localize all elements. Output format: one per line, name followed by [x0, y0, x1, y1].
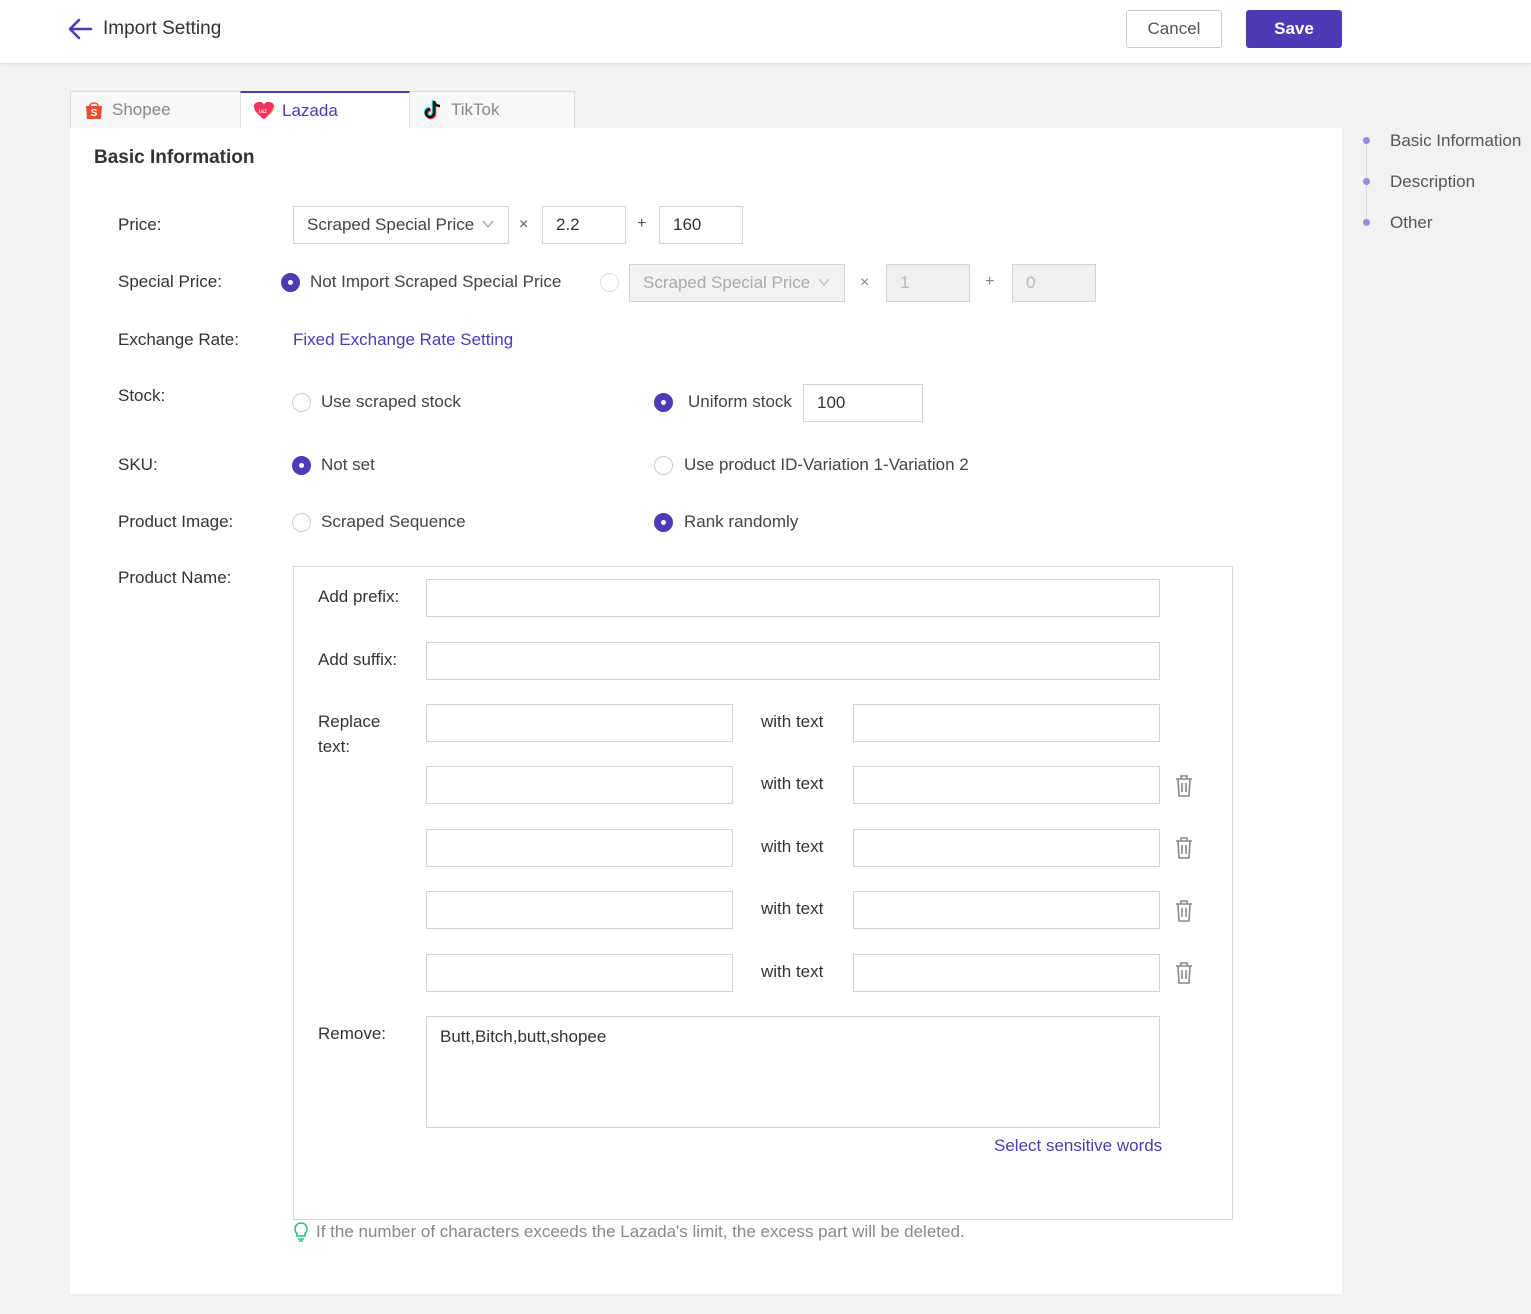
- tab-tiktok[interactable]: TikTok: [409, 91, 575, 129]
- select-sensitive-words-link[interactable]: Select sensitive words: [994, 1136, 1162, 1156]
- tab-label: TikTok: [451, 100, 500, 119]
- replace-with-input[interactable]: [853, 766, 1160, 804]
- with-text-label: with text: [761, 837, 824, 856]
- product-image-label: Product Image:: [118, 512, 234, 531]
- plus-sign: +: [637, 215, 647, 232]
- chevron-down-icon: [482, 220, 494, 228]
- save-button[interactable]: Save: [1246, 10, 1342, 48]
- tab-label: Shopee: [112, 100, 171, 119]
- prefix-input[interactable]: [426, 579, 1160, 617]
- section-anchor-nav: Basic Information Description Other: [1360, 128, 1531, 238]
- replace-find-input[interactable]: [426, 891, 733, 929]
- character-limit-tip: If the number of characters exceeds the …: [293, 1222, 965, 1242]
- uniform-stock-input[interactable]: 100: [803, 384, 923, 422]
- lightbulb-icon: [294, 1222, 308, 1242]
- special-price-multiplier-input: 1: [886, 264, 970, 302]
- with-text-label: with text: [761, 962, 824, 981]
- replace-with-input[interactable]: [853, 891, 1160, 929]
- tip-text: If the number of characters exceeds the …: [316, 1222, 965, 1241]
- anchor-description[interactable]: Description: [1390, 172, 1475, 192]
- shopee-bag-icon: S: [83, 99, 105, 121]
- chevron-down-icon: [818, 278, 830, 286]
- times-sign: ×: [519, 216, 529, 233]
- exchange-rate-label: Exchange Rate:: [118, 330, 239, 349]
- lazada-heart-icon: laz: [253, 100, 275, 122]
- select-value: Scraped Special Price: [307, 215, 475, 234]
- price-addend-input[interactable]: 160: [659, 206, 743, 244]
- tab-label: Lazada: [282, 100, 338, 120]
- add-suffix-label: Add suffix:: [318, 650, 398, 669]
- sku-not-set-label: Not set: [321, 455, 375, 474]
- with-text-label: with text: [761, 899, 824, 918]
- replace-with-input[interactable]: [853, 954, 1160, 992]
- section-title: Basic Information: [94, 147, 255, 168]
- top-bar: Import Setting Cancel Save: [0, 0, 1531, 64]
- not-import-special-price-label: Not Import Scraped Special Price: [310, 272, 562, 291]
- with-text-label: with text: [761, 774, 824, 793]
- plus-sign: +: [985, 273, 995, 290]
- remove-words-textarea[interactable]: Butt,Bitch,butt,shopee: [426, 1016, 1160, 1128]
- uniform-stock-radio[interactable]: [654, 393, 673, 412]
- scraped-sequence-label: Scraped Sequence: [321, 512, 466, 531]
- remove-label: Remove:: [318, 1024, 387, 1043]
- sku-not-set-radio[interactable]: [292, 456, 311, 475]
- price-multiplier-input[interactable]: 2.2: [542, 206, 626, 244]
- replace-with-input[interactable]: [853, 829, 1160, 867]
- cancel-button[interactable]: Cancel: [1126, 10, 1222, 48]
- replace-text-label: Replace: [318, 712, 381, 731]
- special-price-source-select: Scraped Special Price: [629, 264, 845, 302]
- scraped-sequence-radio[interactable]: [292, 513, 311, 532]
- stock-label: Stock:: [118, 386, 166, 405]
- scraped-stock-label: Use scraped stock: [321, 392, 461, 411]
- suffix-input[interactable]: [426, 642, 1160, 680]
- anchor-other[interactable]: Other: [1390, 213, 1433, 233]
- fixed-exchange-rate-link[interactable]: Fixed Exchange Rate Setting: [293, 330, 513, 350]
- tiktok-note-icon: [422, 99, 444, 121]
- product-name-label: Product Name:: [118, 568, 232, 587]
- replace-find-input[interactable]: [426, 954, 733, 992]
- not-import-special-price-radio[interactable]: [281, 273, 300, 292]
- back-arrow-icon[interactable]: [66, 16, 94, 42]
- trash-icon[interactable]: [1173, 836, 1195, 860]
- anchor-dot: [1363, 178, 1370, 185]
- with-text-label: with text: [761, 712, 824, 731]
- replace-find-input[interactable]: [426, 829, 733, 867]
- special-price-addend-input: 0: [1012, 264, 1096, 302]
- replace-find-input[interactable]: [426, 704, 733, 742]
- svg-text:laz: laz: [259, 107, 267, 114]
- tab-shopee[interactable]: S Shopee: [70, 91, 241, 129]
- sku-product-id-radio[interactable]: [654, 456, 673, 475]
- sku-product-id-label: Use product ID-Variation 1-Variation 2: [684, 455, 969, 474]
- page-title: Import Setting: [103, 18, 222, 39]
- special-price-label: Special Price:: [118, 272, 222, 291]
- sku-label: SKU:: [118, 455, 158, 474]
- svg-text:S: S: [91, 108, 98, 119]
- uniform-stock-label: Uniform stock: [688, 392, 792, 411]
- trash-icon[interactable]: [1173, 961, 1195, 985]
- replace-with-input[interactable]: [853, 704, 1160, 742]
- rank-randomly-label: Rank randomly: [684, 512, 799, 531]
- add-prefix-label: Add prefix:: [318, 587, 400, 606]
- anchor-dot: [1363, 137, 1370, 144]
- scraped-stock-radio[interactable]: [292, 393, 311, 412]
- scraped-special-price-radio[interactable]: [600, 273, 619, 292]
- replace-find-input[interactable]: [426, 766, 733, 804]
- trash-icon[interactable]: [1173, 774, 1195, 798]
- anchor-dot: [1363, 219, 1370, 226]
- price-label: Price:: [118, 215, 162, 234]
- trash-icon[interactable]: [1173, 899, 1195, 923]
- price-source-select[interactable]: Scraped Special Price: [293, 206, 509, 244]
- times-sign: ×: [860, 274, 870, 291]
- tab-lazada[interactable]: laz Lazada: [240, 91, 410, 129]
- select-value: Scraped Special Price: [643, 273, 811, 292]
- anchor-basic-information[interactable]: Basic Information: [1390, 131, 1521, 151]
- replace-text-label: text:: [318, 737, 351, 756]
- rank-randomly-radio[interactable]: [654, 513, 673, 532]
